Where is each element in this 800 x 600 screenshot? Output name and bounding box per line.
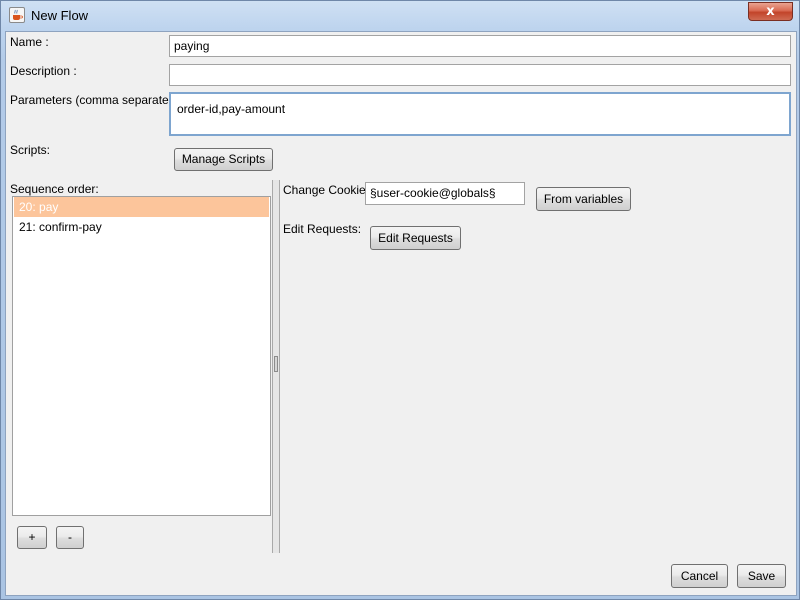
add-button[interactable]: + <box>17 526 47 549</box>
close-button[interactable]: x <box>748 2 793 21</box>
split-pane-divider[interactable] <box>272 180 280 553</box>
cookie-field[interactable]: §user-cookie@globals§ <box>365 182 525 205</box>
parameters-label: Parameters (comma separated): <box>10 93 183 107</box>
sequence-order-label: Sequence order: <box>10 182 99 196</box>
list-item[interactable]: 21: confirm-pay <box>14 217 269 237</box>
from-variables-button[interactable]: From variables <box>536 187 631 211</box>
name-field[interactable]: paying <box>169 35 791 57</box>
parameters-field[interactable]: order-id,pay-amount <box>169 92 791 136</box>
description-field[interactable] <box>169 64 791 86</box>
dialog-content: Name : paying Description : Parameters (… <box>5 31 797 596</box>
manage-scripts-button[interactable]: Manage Scripts <box>174 148 273 171</box>
sequence-list[interactable]: 20: pay 21: confirm-pay <box>12 196 271 516</box>
remove-button[interactable]: - <box>56 526 84 549</box>
edit-requests-label: Edit Requests: <box>283 222 362 236</box>
java-cup-icon <box>9 7 25 23</box>
dialog-window: New Flow x Name : paying Description : P… <box>0 0 800 600</box>
scripts-label: Scripts: <box>10 143 51 157</box>
name-label: Name : <box>10 35 49 49</box>
change-cookie-label: Change Cookie: <box>283 183 370 197</box>
save-button[interactable]: Save <box>737 564 786 588</box>
window-title: New Flow <box>31 8 89 23</box>
list-item[interactable]: 20: pay <box>14 197 269 217</box>
drag-handle-icon[interactable] <box>274 356 278 372</box>
description-label: Description : <box>10 64 77 78</box>
close-icon: x <box>766 4 775 19</box>
cancel-button[interactable]: Cancel <box>671 564 728 588</box>
edit-requests-button[interactable]: Edit Requests <box>370 226 461 250</box>
title-bar[interactable]: New Flow x <box>1 1 799 31</box>
